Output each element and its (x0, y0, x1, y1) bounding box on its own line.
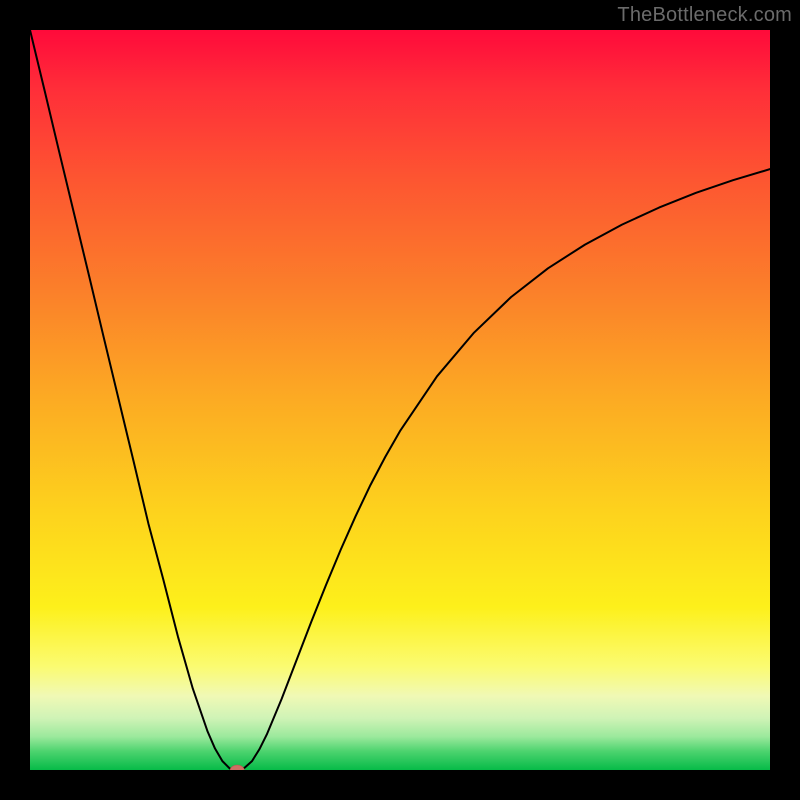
curve-svg (30, 30, 770, 770)
watermark-text: TheBottleneck.com (617, 4, 792, 27)
minimum-marker (230, 765, 244, 770)
plot-area (30, 30, 770, 770)
chart-frame: TheBottleneck.com (0, 0, 800, 800)
bottleneck-curve (30, 30, 770, 770)
